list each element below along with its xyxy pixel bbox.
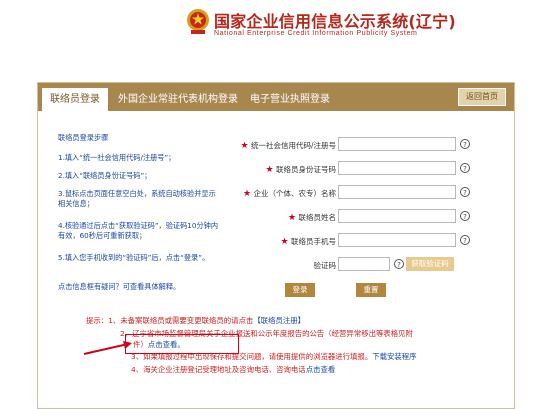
tip-line-1: 提示：1、未备案联络员或需要变更联络员的请点击【联络员注册】: [86, 316, 306, 325]
step-item-1: 1.填入“统一社会信用代码/注册号”；: [58, 153, 176, 162]
get-code-button[interactable]: 获取验证码: [406, 257, 454, 271]
tip-line-4: 4、海关企业注册登记受理地址及咨询电话、咨询电话点击查看: [131, 365, 336, 374]
field-label-phone: ★ 联络员手机号: [280, 237, 336, 247]
help-icon[interactable]: ?: [394, 259, 404, 269]
help-icon[interactable]: ?: [460, 211, 470, 221]
step-item-4: 4.核验通过后点击“获取验证码”，验证码10分钟内有效，60秒后可重新获取；: [58, 221, 219, 240]
login-panel: 联络员登录 外国企业常驻代表机构登录 电子营业执照登录 返回首页 联络员登录步骤…: [37, 82, 515, 409]
tab-foreign-rep-login[interactable]: 外国企业常驻代表机构登录: [118, 88, 238, 111]
step-item-3: 3.鼠标点击页面任意空白处，系统自动核验并显示相关信息；: [58, 189, 216, 208]
home-button[interactable]: 返回首页: [458, 88, 506, 106]
liaison-register-link[interactable]: 【联络员注册】: [253, 316, 305, 325]
field-label-liaison-name: ★ 联络员姓名: [288, 213, 336, 223]
tab-liaison-login[interactable]: 联络员登录: [42, 88, 108, 111]
field-label-company-name: ★ 企业（个体、农专）名称: [243, 189, 336, 199]
step-item-5: 5.填入您手机收到的“验证码”后，点击“登录”。: [58, 253, 210, 262]
liaison-name-input[interactable]: [338, 209, 456, 223]
faq-link[interactable]: 点击信息框有疑问？可查看具体解释。: [58, 282, 238, 292]
field-label-id-number: ★ 联络员身份证号码: [265, 165, 336, 175]
phone-input[interactable]: [338, 233, 456, 247]
captcha-input[interactable]: [338, 257, 390, 271]
steps-title: 联络员登录步骤: [58, 133, 109, 142]
help-icon[interactable]: ?: [460, 163, 470, 173]
step-item-2: 2.填入“联络员身份证号码”；: [58, 171, 152, 180]
field-label-credit-code: ★ 统一社会信用代码/注册号: [240, 141, 337, 151]
highlight-box-annotation: [125, 334, 239, 354]
tab-e-license-login[interactable]: 电子营业执照登录: [250, 88, 330, 111]
tab-bar: 联络员登录 外国企业常驻代表机构登录 电子营业执照登录 返回首页: [38, 83, 514, 111]
captcha-label: 验证码: [313, 261, 337, 270]
download-installer-link[interactable]: 下载安装程序: [372, 352, 416, 361]
customs-view-link[interactable]: 点击查看: [306, 365, 336, 374]
site-header: 国家企业信用信息公示系统(辽宁) National Enterprise Cre…: [0, 0, 557, 72]
help-icon[interactable]: ?: [460, 235, 470, 245]
company-name-input[interactable]: [338, 185, 456, 199]
site-title: 国家企业信用信息公示系统(辽宁): [214, 12, 456, 31]
id-number-input[interactable]: [338, 161, 456, 175]
help-icon[interactable]: ?: [460, 187, 470, 197]
site-subtitle: National Enterprise Credit Information P…: [214, 30, 418, 37]
help-icon[interactable]: ?: [460, 139, 470, 149]
national-emblem-icon: [187, 9, 209, 34]
credit-code-input[interactable]: [338, 137, 456, 151]
reset-button[interactable]: 重置: [356, 283, 386, 297]
login-button[interactable]: 登录: [285, 283, 315, 297]
